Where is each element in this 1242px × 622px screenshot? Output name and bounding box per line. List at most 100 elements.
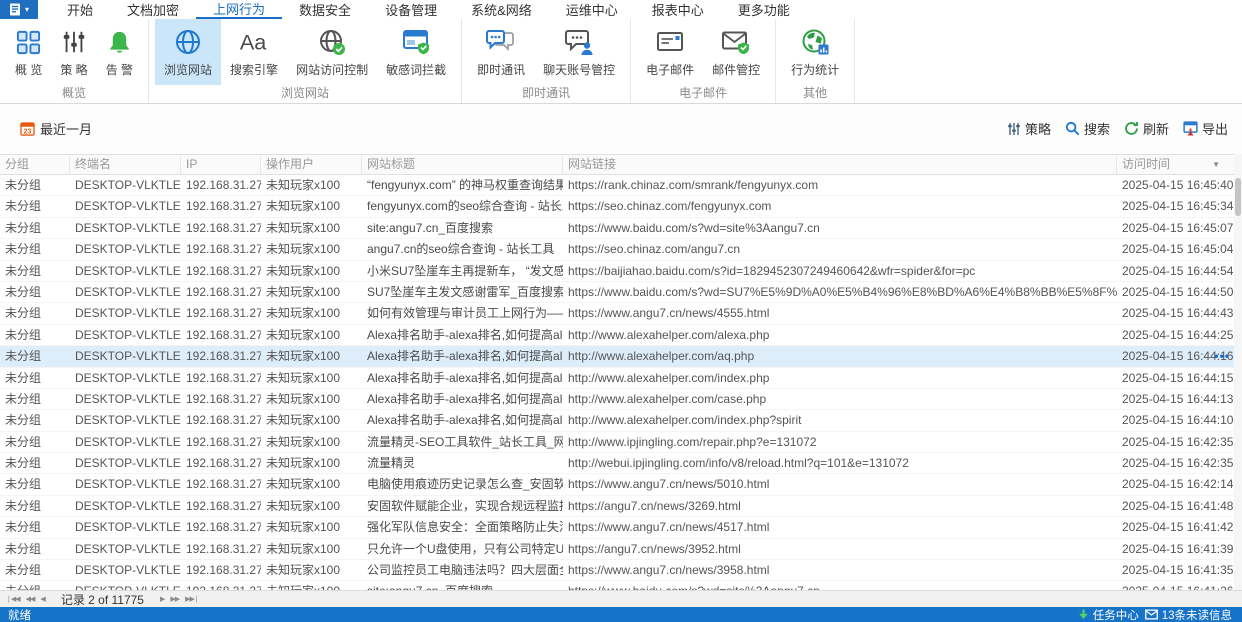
pagination-next-button[interactable]: ▶ (160, 596, 164, 603)
table-row[interactable]: 未分组DESKTOP-VLKTLE1192.168.31.27未知玩家x100s… (0, 581, 1234, 590)
table-row[interactable]: 未分组DESKTOP-VLKTLE1192.168.31.27未知玩家x100A… (0, 346, 1234, 367)
ribbon-button-chat-account-control[interactable]: 聊天账号管控 (534, 19, 624, 85)
cell-time: 2025-04-15 16:41:42 (1117, 517, 1234, 537)
tab-2[interactable]: 上网行为 (196, 0, 282, 19)
cell-user: 未知玩家x100 (261, 196, 362, 216)
cell-user: 未知玩家x100 (261, 303, 362, 323)
cell-url: https://www.angu7.cn/news/3958.html (563, 560, 1117, 580)
bell-icon (106, 26, 133, 58)
cell-time: 2025-04-15 16:44:50 (1117, 282, 1234, 302)
table-row[interactable]: 未分组DESKTOP-VLKTLE1192.168.31.27未知玩家x100只… (0, 539, 1234, 560)
table-row[interactable]: 未分组DESKTOP-VLKTLE1192.168.31.27未知玩家x100“… (0, 175, 1234, 196)
table-row[interactable]: 未分组DESKTOP-VLKTLE1192.168.31.27未知玩家x100流… (0, 432, 1234, 453)
cell-time: 2025-04-15 16:45:07 (1117, 218, 1234, 238)
ribbon-button-overview[interactable]: 概 览 (6, 19, 51, 85)
pagination-prev-page-button[interactable]: ◀◀ (26, 596, 35, 603)
table-row[interactable]: 未分组DESKTOP-VLKTLE1192.168.31.27未知玩家x100S… (0, 282, 1234, 303)
cell-user: 未知玩家x100 (261, 560, 362, 580)
ribbon-button-website-access-control[interactable]: 网站访问控制 (287, 19, 377, 85)
pagination-last-button[interactable]: ▶▶❘ (185, 596, 199, 603)
export-button[interactable]: 导出 (1183, 119, 1228, 138)
cell-url: https://seo.chinaz.com/angu7.cn (563, 239, 1117, 259)
refresh-button[interactable]: 刷新 (1124, 119, 1169, 138)
toolbar: 23 最近一月 策略搜索刷新导出 (0, 104, 1242, 154)
ribbon-group-buttons: 即时通讯聊天账号管控 (468, 19, 624, 85)
table-header: 分组终端名IP操作用户网站标题网站链接访问时间▼ (0, 154, 1234, 175)
table-row[interactable]: 未分组DESKTOP-VLKTLE1192.168.31.27未知玩家x100A… (0, 389, 1234, 410)
scrollbar-thumb[interactable] (1235, 178, 1241, 216)
pagination-first-button[interactable]: ❘◀◀ (6, 596, 20, 603)
cell-user: 未知玩家x100 (261, 432, 362, 452)
download-arrow-icon (1078, 609, 1089, 621)
column-header-user[interactable]: 操作用户 (261, 155, 362, 174)
search-button[interactable]: 搜索 (1065, 119, 1110, 138)
table-row[interactable]: 未分组DESKTOP-VLKTLE1192.168.31.27未知玩家x100A… (0, 325, 1234, 346)
vertical-scrollbar[interactable] (1234, 154, 1242, 590)
ribbon-button-browse-websites[interactable]: 浏览网站 (155, 19, 221, 85)
table-row[interactable]: 未分组DESKTOP-VLKTLE1192.168.31.27未知玩家x100安… (0, 496, 1234, 517)
table-row[interactable]: 未分组DESKTOP-VLKTLE1192.168.31.27未知玩家x100A… (0, 368, 1234, 389)
cell-title: angu7.cn的seo综合查询 - 站长工具 (362, 239, 563, 259)
table-row[interactable]: 未分组DESKTOP-VLKTLE1192.168.31.27未知玩家x100电… (0, 474, 1234, 495)
task-center-button[interactable]: 任务中心 (1078, 607, 1139, 622)
ribbon-button-policy[interactable]: 策 略 (51, 19, 96, 85)
cell-title: Alexa排名助手-alexa排名,如何提高alexa排... (362, 325, 563, 345)
tab-8[interactable]: 更多功能 (721, 0, 807, 19)
ribbon-button-sensitive-word-block[interactable]: 敏感词拦截 (377, 19, 455, 85)
tab-7[interactable]: 报表中心 (635, 0, 721, 19)
ribbon-button-behavior-stats[interactable]: 行为统计 (782, 19, 848, 85)
chat-icon (486, 26, 516, 58)
table-row[interactable]: 未分组DESKTOP-VLKTLE1192.168.31.27未知玩家x100公… (0, 560, 1234, 581)
cell-time: 2025-04-15 16:44:13 (1117, 389, 1234, 409)
column-header-time[interactable]: 访问时间▼ (1117, 155, 1234, 174)
ribbon-button-instant-messaging[interactable]: 即时通讯 (468, 19, 534, 85)
cell-time: 2025-04-15 16:45:04 (1117, 239, 1234, 259)
cell-url: https://angu7.cn/news/3952.html (563, 539, 1117, 559)
ribbon-button-search-engines[interactable]: Aa搜索引擎 (221, 19, 287, 85)
cell-user: 未知玩家x100 (261, 346, 362, 366)
cell-terminal: DESKTOP-VLKTLE1 (70, 389, 181, 409)
tab-1[interactable]: 文档加密 (110, 0, 196, 19)
app-menu-button[interactable]: ▾ (0, 0, 38, 19)
column-header-group[interactable]: 分组 (0, 155, 70, 174)
row-actions-menu[interactable]: ••• (1214, 346, 1230, 367)
table-row[interactable]: 未分组DESKTOP-VLKTLE1192.168.31.27未知玩家x100f… (0, 196, 1234, 217)
cell-url: http://www.alexahelper.com/aq.php (563, 346, 1117, 366)
column-header-ip[interactable]: IP (181, 155, 261, 174)
pagination-next-page-button[interactable]: ▶▶ (170, 596, 179, 603)
cell-title: 公司监控员工电脑违法吗？四大层面全局解... (362, 560, 563, 580)
tab-5[interactable]: 系统&网络 (454, 0, 549, 19)
column-header-url[interactable]: 网站链接 (563, 155, 1117, 174)
tab-4[interactable]: 设备管理 (368, 0, 454, 19)
cell-time: 2025-04-15 16:44:54 (1117, 261, 1234, 281)
cell-url: https://www.angu7.cn/news/4517.html (563, 517, 1117, 537)
cell-ip: 192.168.31.27 (181, 282, 261, 302)
tab-0[interactable]: 开始 (50, 0, 110, 19)
table-row[interactable]: 未分组DESKTOP-VLKTLE1192.168.31.27未知玩家x100小… (0, 261, 1234, 282)
menu-tabs: 开始文档加密上网行为数据安全设备管理系统&网络运维中心报表中心更多功能 (50, 0, 807, 19)
date-range-filter[interactable]: 23 最近一月 (20, 119, 92, 138)
tab-3[interactable]: 数据安全 (282, 0, 368, 19)
column-header-title[interactable]: 网站标题 (362, 155, 563, 174)
policy-button[interactable]: 策略 (1007, 119, 1051, 138)
table-row[interactable]: 未分组DESKTOP-VLKTLE1192.168.31.27未知玩家x100如… (0, 303, 1234, 324)
grid-icon (15, 26, 42, 58)
tab-6[interactable]: 运维中心 (549, 0, 635, 19)
ribbon-button-email-control[interactable]: 邮件管控 (703, 19, 769, 85)
table-row[interactable]: 未分组DESKTOP-VLKTLE1192.168.31.27未知玩家x100A… (0, 410, 1234, 431)
pagination-prev-button[interactable]: ◀ (40, 596, 44, 603)
table-row[interactable]: 未分组DESKTOP-VLKTLE1192.168.31.27未知玩家x100a… (0, 239, 1234, 260)
ribbon-button-alerts[interactable]: 告 警 (97, 19, 142, 85)
ribbon-group-buttons: 浏览网站Aa搜索引擎网站访问控制敏感词拦截 (155, 19, 455, 85)
table-row[interactable]: 未分组DESKTOP-VLKTLE1192.168.31.27未知玩家x100s… (0, 218, 1234, 239)
cell-terminal: DESKTOP-VLKTLE1 (70, 432, 181, 452)
column-header-terminal[interactable]: 终端名 (70, 155, 181, 174)
cell-time: 2025-04-15 16:44:43 (1117, 303, 1234, 323)
unread-messages-button[interactable]: 13条未读信息 (1145, 607, 1232, 622)
filter-dropdown-icon[interactable]: ▼ (1212, 155, 1220, 174)
cell-title: site:angu7.cn_百度搜索 (362, 218, 563, 238)
table-row[interactable]: 未分组DESKTOP-VLKTLE1192.168.31.27未知玩家x100流… (0, 453, 1234, 474)
table-row[interactable]: 未分组DESKTOP-VLKTLE1192.168.31.27未知玩家x100强… (0, 517, 1234, 538)
ribbon-button-email[interactable]: 电子邮件 (637, 19, 703, 85)
search-icon (1065, 121, 1080, 136)
